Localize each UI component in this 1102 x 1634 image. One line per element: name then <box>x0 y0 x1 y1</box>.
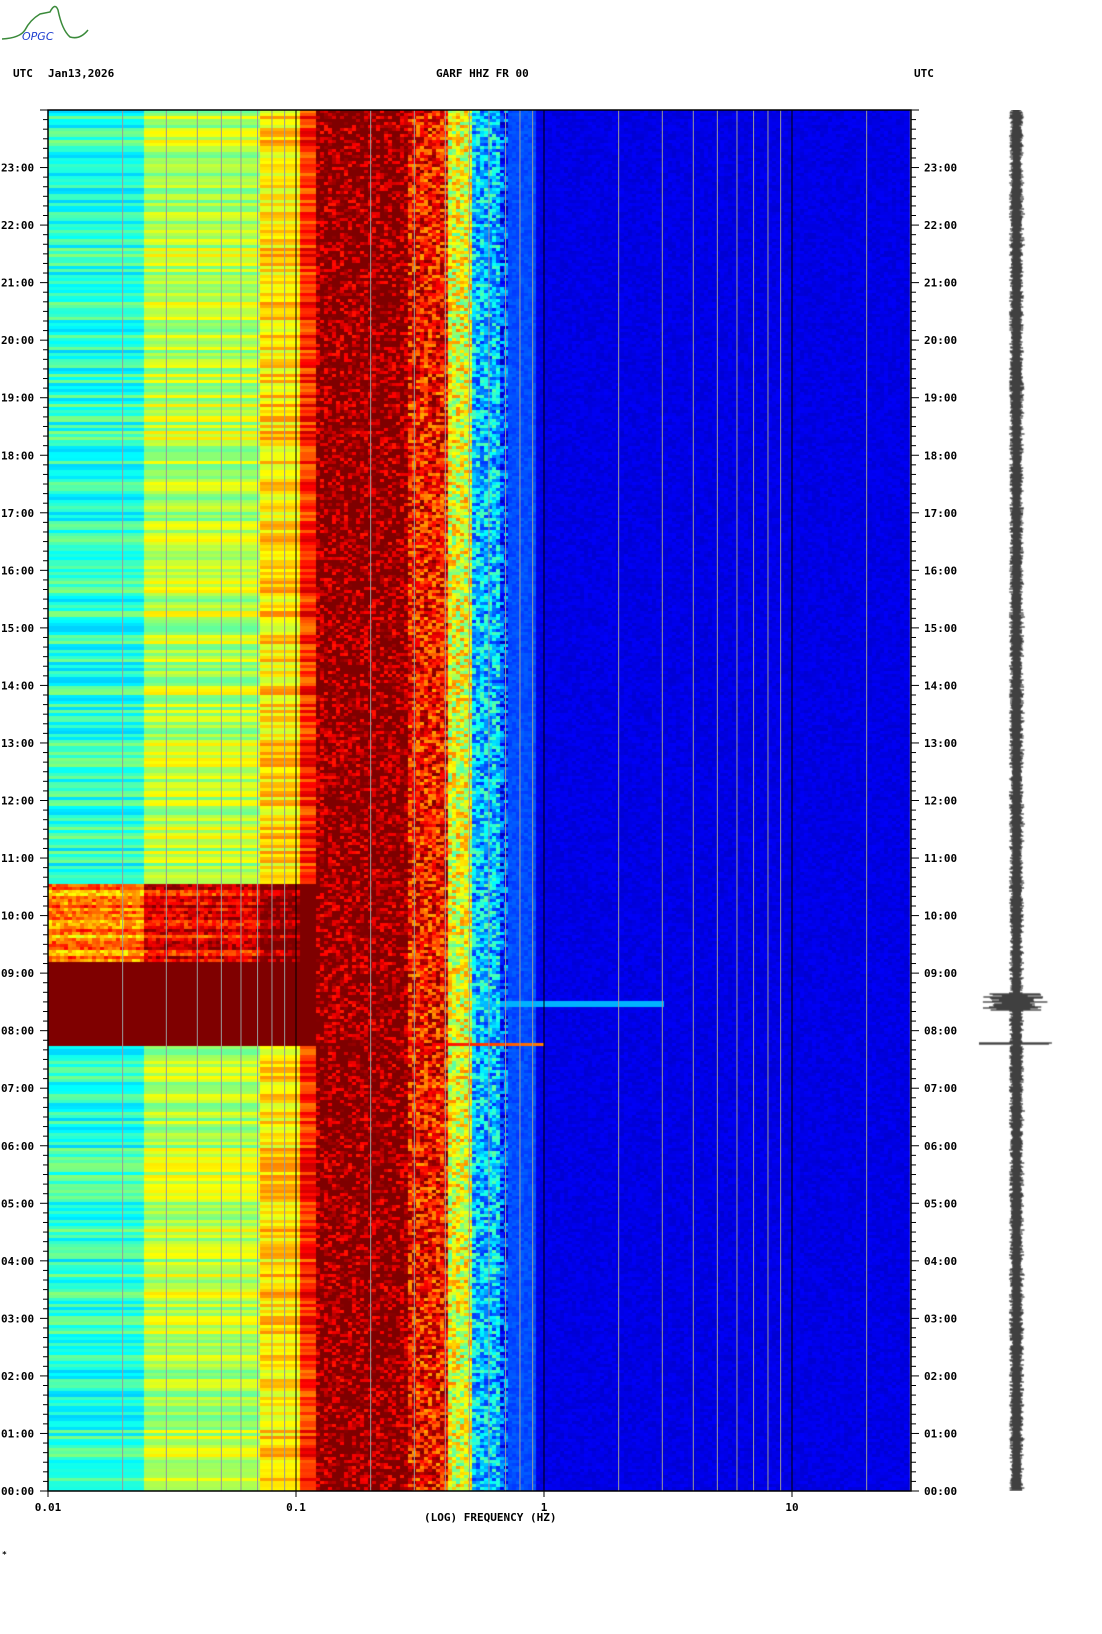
y-tick-label-right: 00:00 <box>924 1485 957 1498</box>
y-tick-label-right: 11:00 <box>924 852 957 865</box>
y-tick-label-left: 14:00 <box>1 679 34 692</box>
y-tick-label-right: 10:00 <box>924 910 957 923</box>
y-tick-label-left: 07:00 <box>1 1082 34 1095</box>
y-tick-label-left: 03:00 <box>1 1312 34 1325</box>
y-tick-label-left: 01:00 <box>1 1427 34 1440</box>
chart-axes: 0.01 0.1 1 10 00:00 00:00 01:00 01:00 02:00 02:00… <box>1 109 957 1514</box>
y-tick-label-right: 21:00 <box>924 277 957 290</box>
y-tick-label-right: 14:00 <box>924 679 957 692</box>
y-tick-label-left: 16:00 <box>1 564 34 577</box>
y-tick-label-right: 12:00 <box>924 795 957 808</box>
y-tick-label-right: 22:00 <box>924 219 957 232</box>
y-tick-label-left: 09:00 <box>1 967 34 980</box>
y-tick-label-left: 23:00 <box>1 162 34 175</box>
y-tick-label-right: 04:00 <box>924 1255 957 1268</box>
y-tick-label-right: 09:00 <box>924 967 957 980</box>
y-tick-label-right: 08:00 <box>924 1025 957 1038</box>
y-tick-label-left: 04:00 <box>1 1255 34 1268</box>
y-tick-label-right: 07:00 <box>924 1082 957 1095</box>
y-tick-label-right: 06:00 <box>924 1140 957 1153</box>
y-tick-label-left: 11:00 <box>1 852 34 865</box>
y-tick-label-left: 17:00 <box>1 507 34 520</box>
y-tick-label-right: 02:00 <box>924 1370 957 1383</box>
y-tick-label-right: 17:00 <box>924 507 957 520</box>
y-tick-label-left: 13:00 <box>1 737 34 750</box>
y-tick-label-left: 21:00 <box>1 277 34 290</box>
y-tick-label-left: 02:00 <box>1 1370 34 1383</box>
plot-frame <box>47 109 912 1492</box>
x-tick-label: 10 <box>785 1501 798 1514</box>
y-tick-label-right: 13:00 <box>924 737 957 750</box>
y-tick-label-left: 05:00 <box>1 1197 34 1210</box>
y-tick-label-right: 18:00 <box>924 449 957 462</box>
y-tick-label-right: 19:00 <box>924 392 957 405</box>
y-tick-label-right: 01:00 <box>924 1427 957 1440</box>
y-tick-label-right: 16:00 <box>924 564 957 577</box>
y-tick-label-right: 20:00 <box>924 334 957 347</box>
y-tick-label-right: 03:00 <box>924 1312 957 1325</box>
y-tick-label-right: 05:00 <box>924 1197 957 1210</box>
y-tick-label-right: 15:00 <box>924 622 957 635</box>
y-tick-label-left: 06:00 <box>1 1140 34 1153</box>
x-tick-label: 0.1 <box>286 1501 306 1514</box>
y-tick-label-left: 12:00 <box>1 795 34 808</box>
y-tick-label-left: 20:00 <box>1 334 34 347</box>
x-tick-label: 0.01 <box>35 1501 62 1514</box>
y-tick-label-left: 08:00 <box>1 1025 34 1038</box>
y-tick-label-right: 23:00 <box>924 162 957 175</box>
y-tick-label-left: 15:00 <box>1 622 34 635</box>
y-tick-label-left: 00:00 <box>1 1485 34 1498</box>
y-tick-label-left: 19:00 <box>1 392 34 405</box>
y-tick-label-left: 22:00 <box>1 219 34 232</box>
x-tick-label: 1 <box>541 1501 548 1514</box>
y-tick-label-left: 10:00 <box>1 910 34 923</box>
y-tick-label-left: 18:00 <box>1 449 34 462</box>
